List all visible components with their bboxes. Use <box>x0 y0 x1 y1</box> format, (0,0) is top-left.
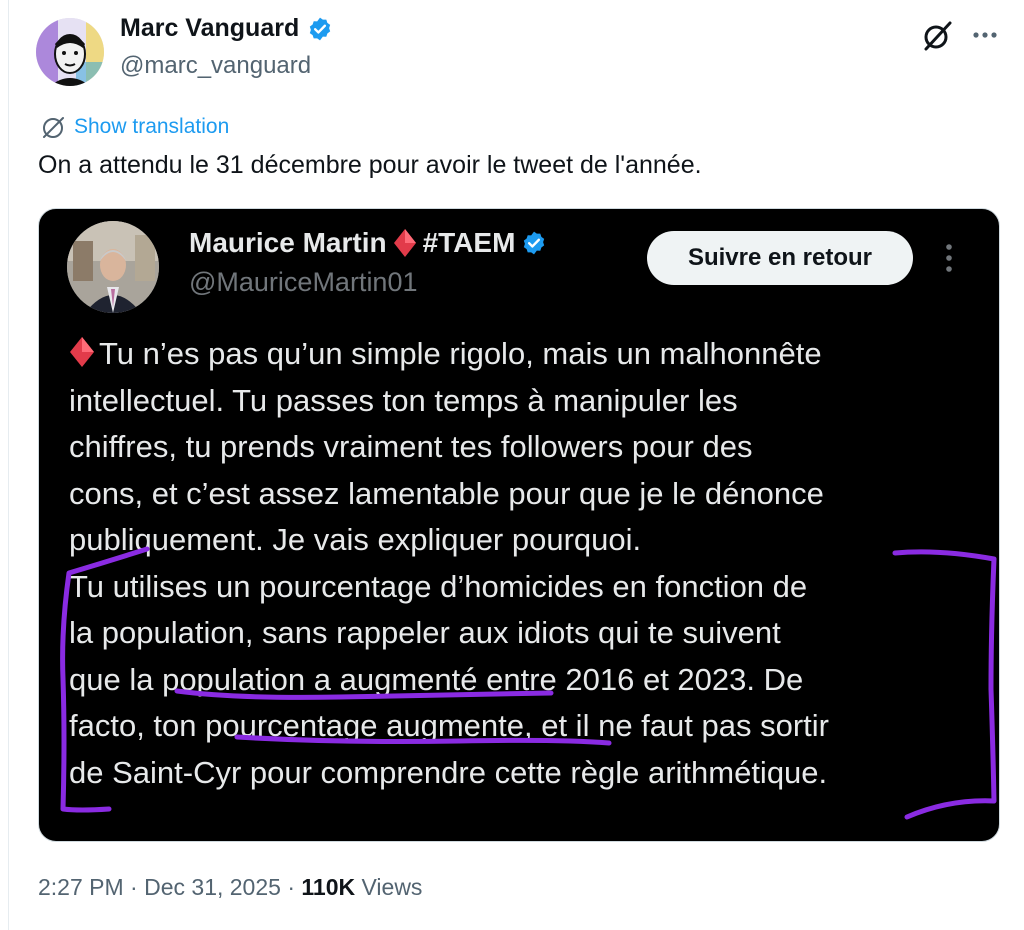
views-label[interactable]: Views <box>362 874 423 900</box>
translate-globe-icon <box>43 117 64 138</box>
quoted-verified-badge-icon <box>524 231 545 255</box>
embedded-screenshot[interactable]: Maurice Martin #TAEM @MauriceMartin01 Su… <box>38 208 1000 842</box>
verified-badge-icon <box>310 17 331 40</box>
post-metadata: 2:27 PM · Dec 31, 2025 · 110K Views <box>38 874 422 901</box>
red-diamond-icon <box>393 229 416 257</box>
author-name[interactable]: Marc Vanguard <box>120 14 333 43</box>
author-name-text[interactable]: Marc Vanguard <box>120 14 299 43</box>
tweet-text: On a attendu le 31 décembre pour avoir l… <box>38 151 702 179</box>
post-date[interactable]: Dec 31, 2025 <box>144 874 281 900</box>
more-icon[interactable] <box>970 20 1000 50</box>
separator-dot: · <box>130 874 145 900</box>
post-time[interactable]: 2:27 PM <box>38 874 124 900</box>
views-count[interactable]: 110K <box>301 874 355 900</box>
follow-back-button: Suivre en retour <box>647 231 913 285</box>
quoted-name-hashtag: #TAEM <box>422 227 516 258</box>
grok-icon[interactable] <box>920 19 954 53</box>
quoted-text-line: Tu n’es pas qu’un simple rigolo, mais un… <box>69 331 989 378</box>
quoted-author-name: Maurice Martin #TAEM <box>189 227 547 259</box>
quoted-post-text: Tu n’es pas qu’un simple rigolo, mais un… <box>69 331 989 796</box>
quoted-text-line: facto, ton pourcentage augmente, et il n… <box>69 708 829 743</box>
quoted-text-line: publiquement. Je vais expliquer pourquoi… <box>69 522 642 557</box>
quoted-author-handle: @MauriceMartin01 <box>189 267 418 297</box>
quoted-name-text: Maurice Martin <box>189 227 387 258</box>
quoted-text-line: intellectuel. Tu passes ton temps à mani… <box>69 382 738 418</box>
separator-dot: · <box>287 874 302 900</box>
show-translation-link[interactable]: Show translation <box>40 114 229 140</box>
kebab-icon <box>946 244 952 272</box>
author-handle[interactable]: @marc_vanguard <box>120 52 311 80</box>
timeline-divider <box>8 0 9 930</box>
quoted-text-line: la population, sans rappeler aux idiots … <box>69 615 781 650</box>
show-translation-label[interactable]: Show translation <box>74 115 229 139</box>
quoted-text-line: chiffres, tu prends vraiment tes followe… <box>69 429 753 464</box>
quoted-text-line: Tu utilises un pourcentage d’homicides e… <box>69 568 808 604</box>
author-avatar[interactable] <box>36 18 104 86</box>
quoted-text-line: de Saint-Cyr pour comprendre cette règle… <box>69 754 828 790</box>
quoted-text-line: cons, et c’est assez lamentable pour que… <box>69 475 824 511</box>
quoted-text-line: que la population a augmenté entre 2016 … <box>69 661 804 697</box>
red-diamond-icon <box>70 337 94 367</box>
quoted-author-avatar <box>67 221 159 313</box>
